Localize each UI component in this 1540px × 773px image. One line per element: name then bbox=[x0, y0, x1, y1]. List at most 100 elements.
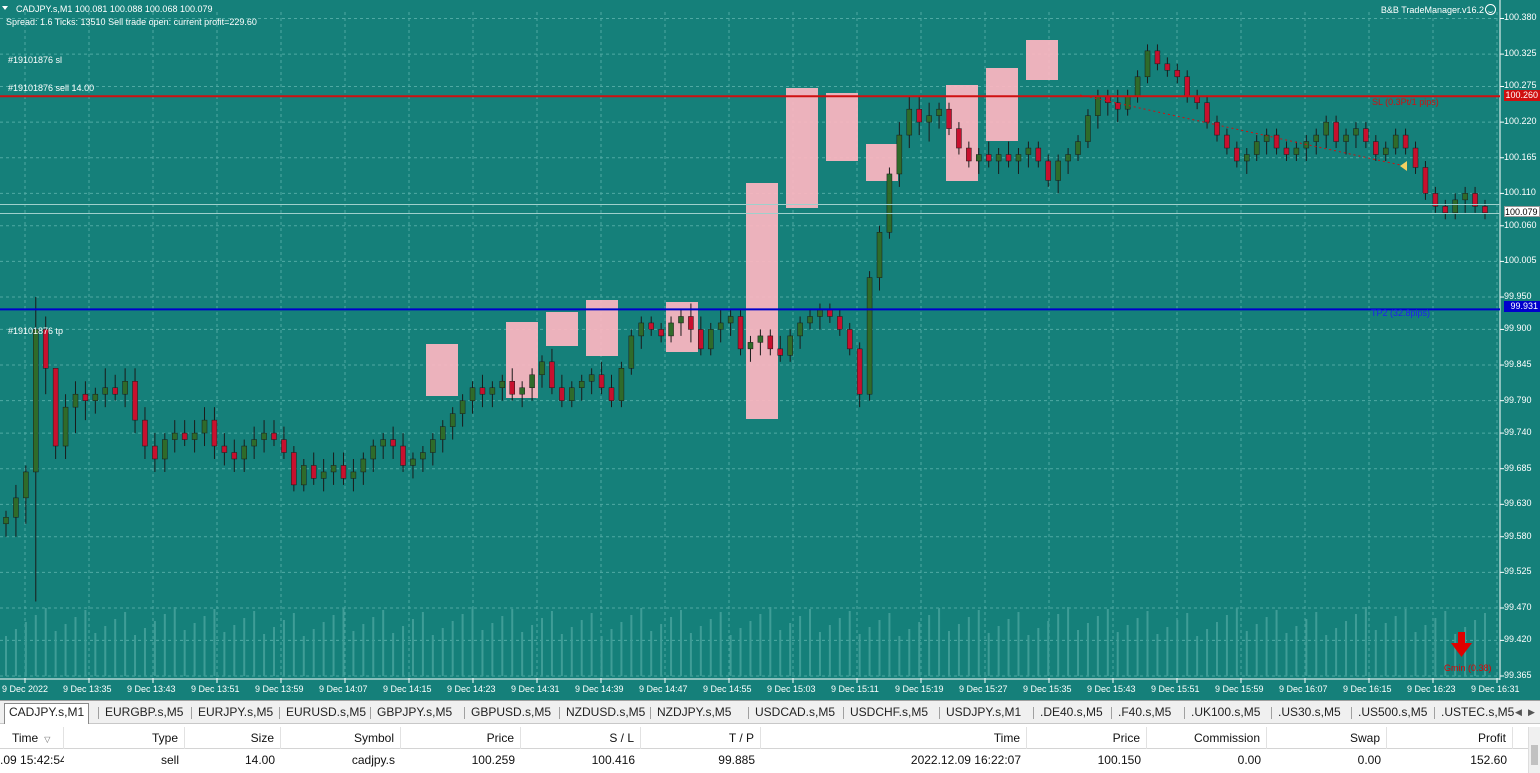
triangle-down-icon[interactable] bbox=[2, 6, 8, 10]
x-tick-label: 9 Dec 15:35 bbox=[1023, 684, 1072, 694]
volume-bar bbox=[1017, 612, 1020, 676]
column-header-time[interactable]: Time bbox=[761, 727, 1027, 749]
volume-bar bbox=[24, 622, 27, 676]
tab-separator bbox=[1351, 707, 1352, 719]
candle-body bbox=[459, 400, 466, 414]
candle-body bbox=[301, 465, 307, 486]
chart-area[interactable]: CADJPY.s,M1 100.081 100.088 100.068 100.… bbox=[0, 0, 1540, 700]
column-header-price[interactable]: Price bbox=[401, 727, 521, 749]
volume-bar bbox=[134, 635, 137, 676]
candle-body bbox=[876, 232, 883, 278]
volume-bar bbox=[550, 611, 553, 676]
column-header-t-p[interactable]: T / P bbox=[641, 727, 761, 749]
volume-bar bbox=[84, 610, 87, 676]
y-tick-label: 100.325 bbox=[1504, 48, 1537, 59]
volume-bar bbox=[1434, 618, 1437, 676]
column-header-time[interactable]: Time ▽ bbox=[0, 727, 64, 749]
candle-body bbox=[936, 108, 942, 116]
candle-body bbox=[410, 458, 416, 466]
y-tick-label: 99.525 bbox=[1504, 566, 1532, 577]
volume-bar bbox=[223, 632, 226, 676]
tab-eurgbp-s-m5[interactable]: EURGBP.s,M5 bbox=[101, 704, 187, 723]
tab-gbpusd-s-m5[interactable]: GBPUSD.s,M5 bbox=[467, 704, 555, 723]
candle-body bbox=[340, 465, 347, 479]
candle-body bbox=[171, 432, 178, 440]
chart-canvas[interactable] bbox=[0, 0, 1540, 700]
sort-icon: ▽ bbox=[44, 735, 51, 744]
candle-body bbox=[747, 342, 754, 350]
zone-box bbox=[786, 88, 818, 208]
vertical-scrollbar[interactable] bbox=[1528, 727, 1540, 773]
smiley-icon bbox=[1485, 4, 1496, 15]
y-tick-label: 99.420 bbox=[1504, 634, 1532, 645]
column-header-profit[interactable]: Profit bbox=[1387, 727, 1513, 749]
volume-bar bbox=[1345, 621, 1348, 676]
volume-bar bbox=[382, 610, 385, 676]
volume-bar bbox=[620, 622, 623, 676]
candle-body bbox=[787, 335, 793, 356]
volume-bar bbox=[1007, 619, 1010, 676]
volume-bar bbox=[947, 631, 950, 676]
tab-gbpjpy-s-m5[interactable]: GBPJPY.s,M5 bbox=[373, 704, 456, 723]
volume-bar bbox=[273, 627, 276, 676]
candle-body bbox=[569, 387, 575, 401]
zone-box bbox=[826, 93, 858, 161]
volume-bar bbox=[580, 620, 583, 676]
zone-box bbox=[746, 183, 778, 419]
tab-de40-s-m5[interactable]: .DE40.s,M5 bbox=[1036, 704, 1107, 723]
tab-nzdusd-s-m5[interactable]: NZDUSD.s,M5 bbox=[562, 704, 649, 723]
y-tick-label: 100.275 bbox=[1504, 80, 1537, 91]
y-tick-label: 99.580 bbox=[1504, 530, 1532, 541]
tab-nzdjpy-s-m5[interactable]: NZDJPY.s,M5 bbox=[653, 704, 735, 723]
column-header-size[interactable]: Size bbox=[185, 727, 281, 749]
tab-separator bbox=[370, 707, 371, 719]
x-tick-label: 9 Dec 14:55 bbox=[703, 684, 752, 694]
candle-body bbox=[608, 387, 615, 401]
volume-bar bbox=[1245, 631, 1248, 676]
candle-body bbox=[1392, 134, 1399, 149]
tab-scroll-right-icon[interactable]: ▶ bbox=[1528, 707, 1535, 718]
x-tick-label: 9 Dec 15:03 bbox=[767, 684, 816, 694]
tab-cadjpy-s-m1[interactable]: CADJPY.s,M1 bbox=[4, 703, 90, 724]
tab-eurusd-s-m5[interactable]: EURUSD.s,M5 bbox=[282, 704, 370, 723]
candle-body bbox=[241, 445, 247, 460]
table-row[interactable]: .09 15:42:54 sell 14.00 cadjpy.s 100.259 100.… bbox=[0, 749, 1540, 771]
candle-body bbox=[132, 380, 138, 421]
volume-bar bbox=[263, 634, 266, 676]
column-header-type[interactable]: Type bbox=[64, 727, 185, 749]
column-header-swap[interactable]: Swap bbox=[1267, 727, 1387, 749]
volume-bar bbox=[699, 626, 702, 676]
candle-body bbox=[152, 445, 158, 460]
tab-separator bbox=[191, 707, 192, 719]
volume-bar bbox=[243, 618, 246, 676]
tab-us30-s-m5[interactable]: .US30.s,M5 bbox=[1274, 704, 1345, 723]
tab-separator bbox=[748, 707, 749, 719]
exit-marker bbox=[1400, 161, 1407, 171]
volume-bar bbox=[402, 626, 405, 676]
column-header-commission[interactable]: Commission bbox=[1147, 727, 1267, 749]
column-header-price[interactable]: Price bbox=[1027, 727, 1147, 749]
volume-bar bbox=[322, 622, 325, 676]
tab-us500-s-m5[interactable]: .US500.s,M5 bbox=[1354, 704, 1431, 723]
volume-bar bbox=[183, 630, 186, 676]
volume-bar bbox=[114, 619, 117, 676]
tab-scroll-left-icon[interactable]: ◀ bbox=[1515, 707, 1522, 718]
volume-bar bbox=[1156, 634, 1159, 676]
tab-eurjpy-s-m5[interactable]: EURJPY.s,M5 bbox=[194, 704, 277, 723]
volume-bar bbox=[1126, 625, 1129, 676]
tab-usdjpy-s-m1[interactable]: USDJPY.s,M1 bbox=[942, 704, 1025, 723]
candle-body bbox=[708, 329, 714, 350]
candle-body bbox=[449, 413, 456, 427]
volume-bar bbox=[64, 624, 67, 676]
tab-f40-s-m5[interactable]: .F40.s,M5 bbox=[1114, 704, 1175, 723]
column-header-symbol[interactable]: Symbol bbox=[281, 727, 401, 749]
tab-usdcad-s-m5[interactable]: USDCAD.s,M5 bbox=[751, 704, 839, 723]
candle-body bbox=[33, 329, 39, 473]
tab-usdchf-s-m5[interactable]: USDCHF.s,M5 bbox=[846, 704, 932, 723]
tab-uk100-s-m5[interactable]: .UK100.s,M5 bbox=[1187, 704, 1264, 723]
tab-ustec-s-m5[interactable]: .USTEC.s,M5 bbox=[1437, 704, 1518, 723]
y-tick-label: 100.110 bbox=[1504, 187, 1536, 198]
candle-body bbox=[588, 374, 595, 382]
column-header-s-l[interactable]: S / L bbox=[521, 727, 641, 749]
volume-bar bbox=[1354, 614, 1357, 676]
